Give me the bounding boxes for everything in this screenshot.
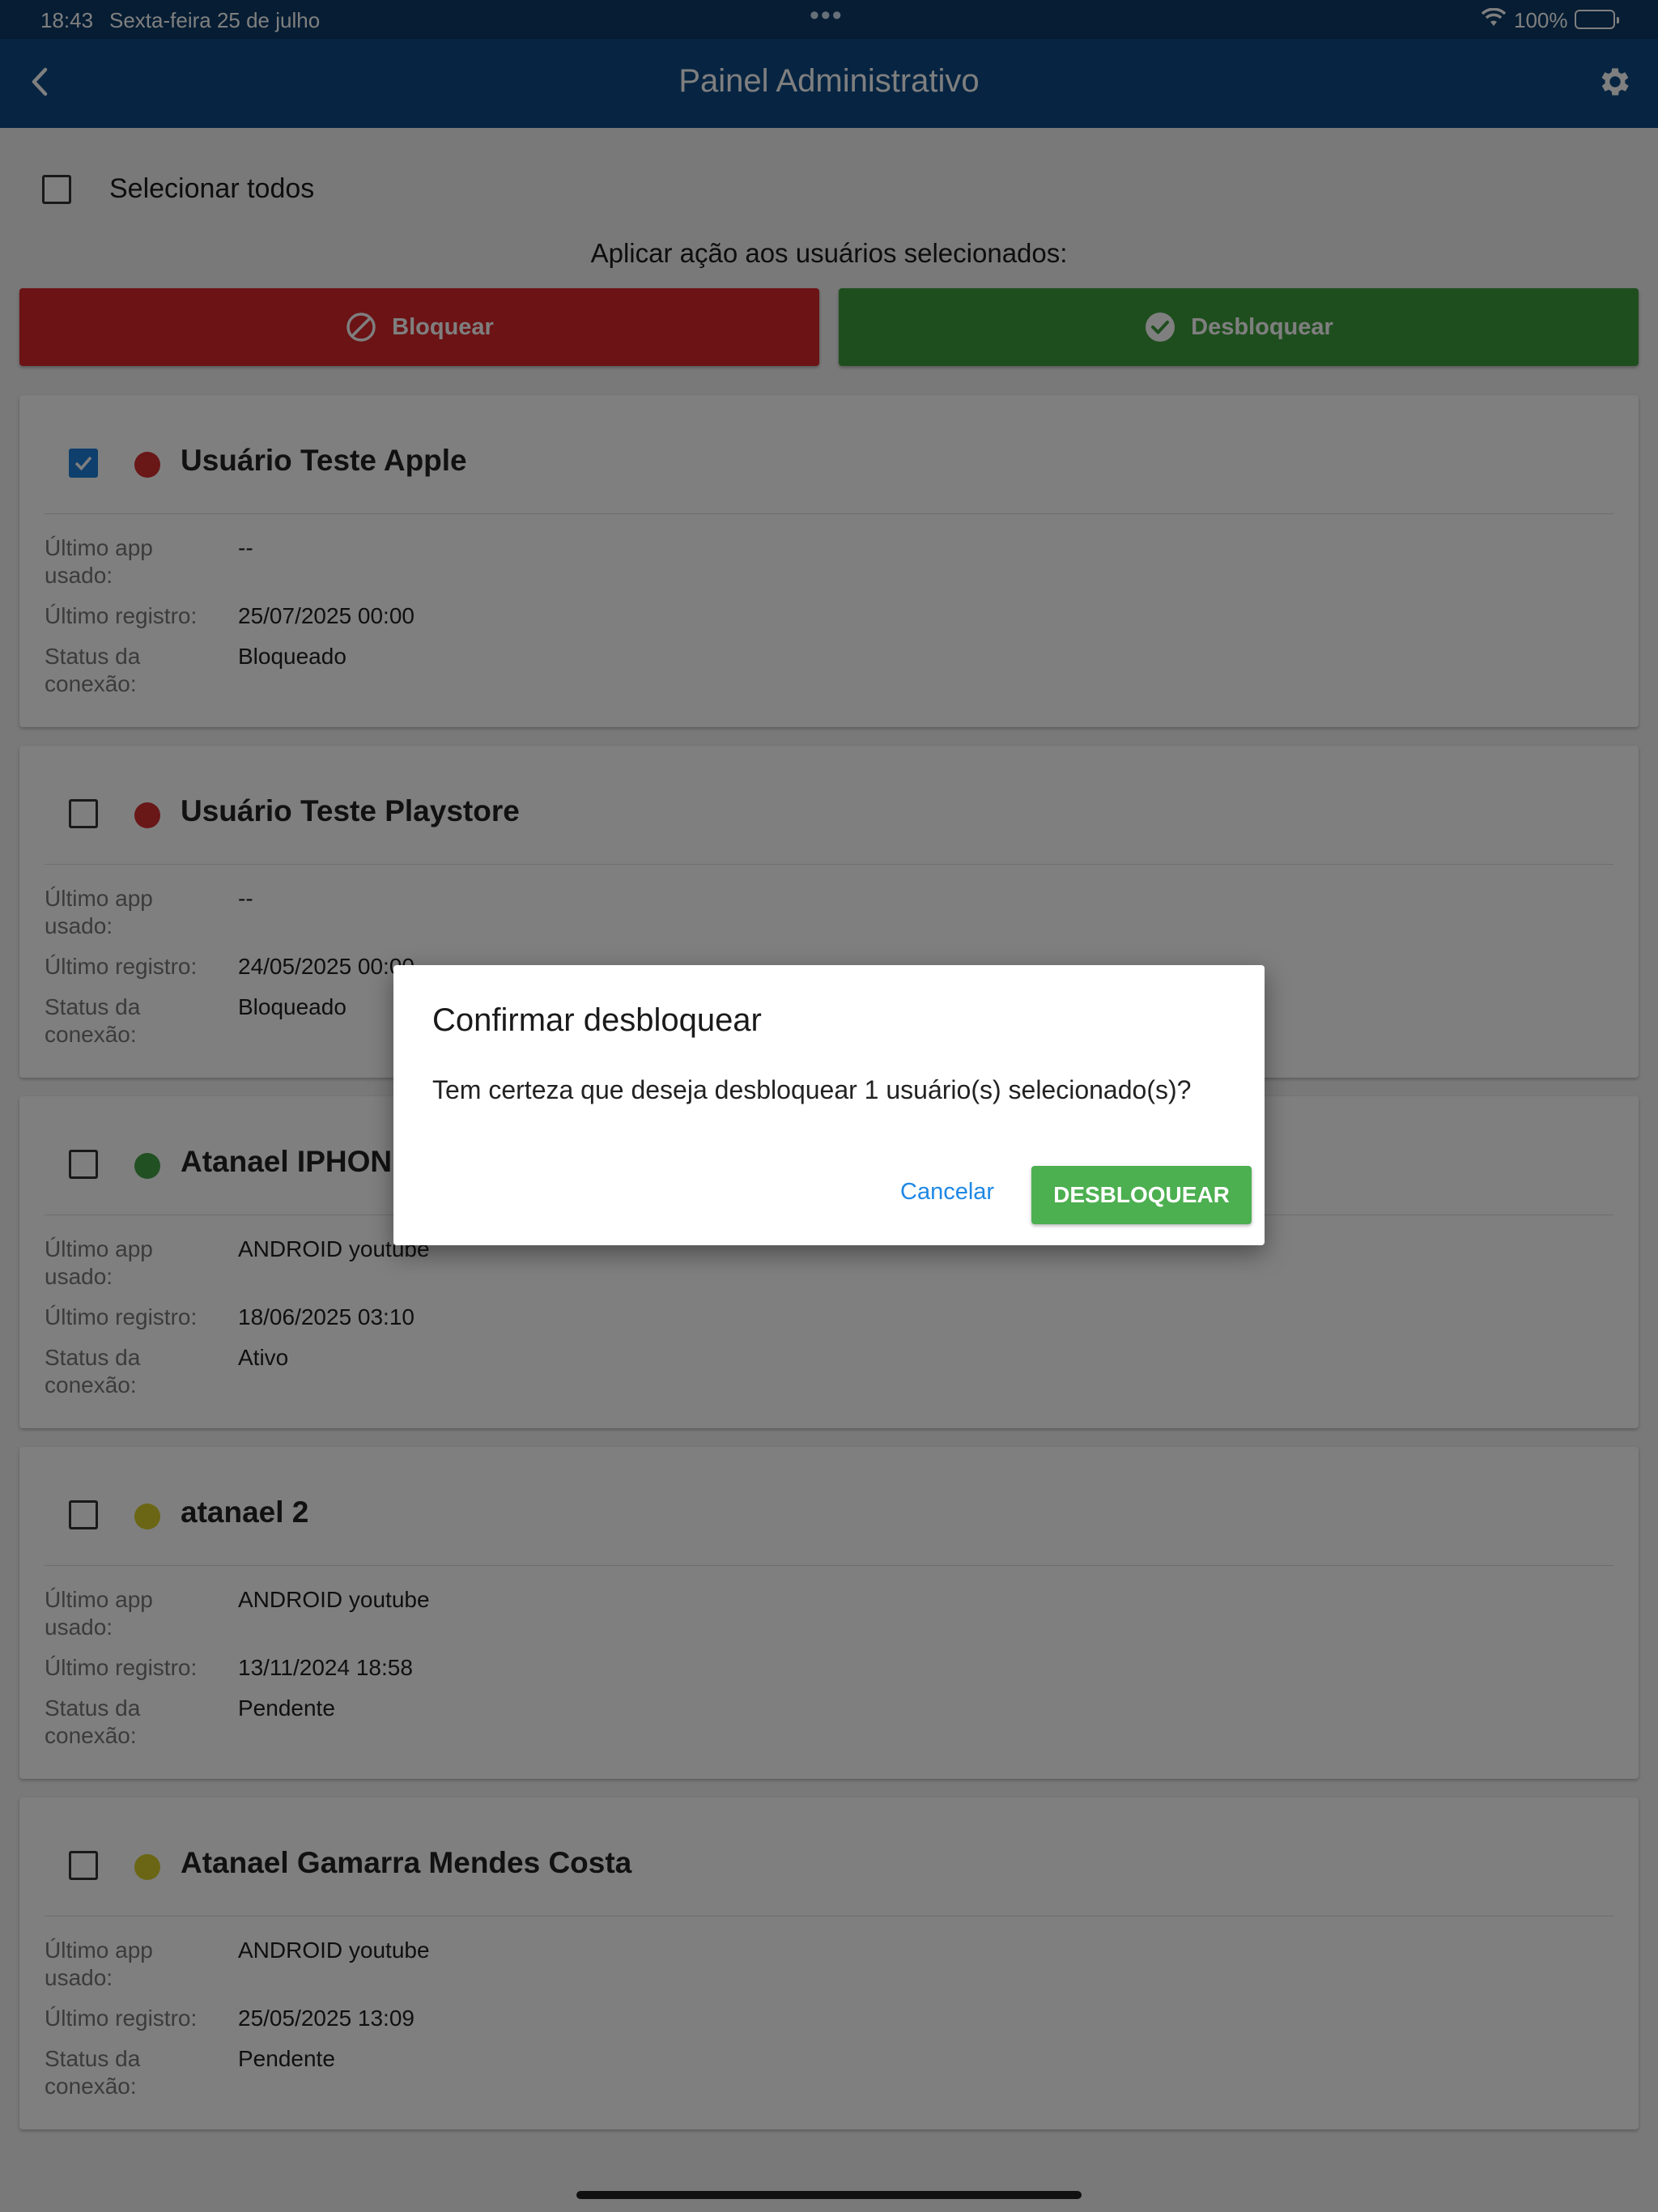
cancel-button[interactable]: Cancelar xyxy=(900,1179,994,1206)
confirm-dialog: Confirmar desbloquear Tem certeza que de… xyxy=(393,965,1265,1245)
confirm-unblock-button[interactable]: DESBLOQUEAR xyxy=(1031,1166,1252,1224)
dialog-message: Tem certeza que deseja desbloquear 1 usu… xyxy=(432,1075,1192,1104)
home-indicator[interactable] xyxy=(576,2191,1082,2199)
dialog-title: Confirmar desbloquear xyxy=(432,1002,762,1038)
